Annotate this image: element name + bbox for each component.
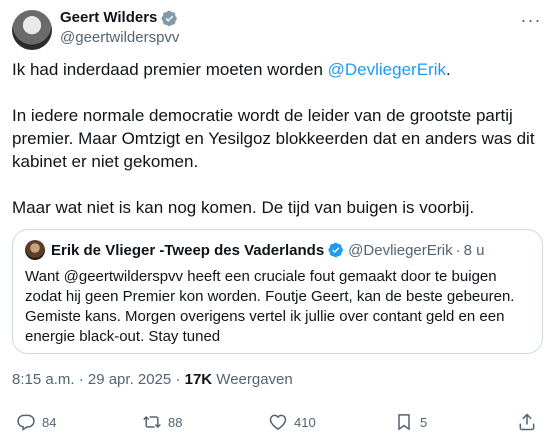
tweet-paragraph-2: In iedere normale democratie wordt de le…	[12, 106, 535, 171]
quoted-tweet-header: Erik de Vlieger -Tweep des Vaderlands @D…	[25, 240, 484, 260]
reply-button[interactable]: 84	[16, 412, 56, 432]
bookmark-count: 5	[420, 414, 428, 430]
reply-icon	[17, 414, 35, 431]
tweet-paragraph-3: Maar wat niet is kan nog komen. De tijd …	[12, 198, 475, 217]
reply-count: 84	[42, 414, 57, 430]
tweet-timestamp[interactable]: 8:15 a.m. · 29 apr. 2025 ·	[12, 371, 185, 388]
quoted-tweet-time[interactable]: 8 u	[464, 242, 485, 259]
bookmark-icon	[398, 414, 410, 431]
share-button[interactable]	[517, 412, 543, 432]
action-bar: 84 88 410 5	[12, 412, 543, 438]
views-count: 17K	[184, 371, 213, 388]
verified-badge-icon	[161, 10, 178, 26]
tweet-header: Geert Wilders @geertwilderspvv ···	[12, 8, 543, 50]
tweet-text: Ik had inderdaad premier moeten worden @…	[12, 58, 542, 219]
quoted-tweet-text: Want @geertwilderspvv heeft een cruciale…	[25, 268, 515, 345]
mention-link[interactable]: @DevliegerErik	[328, 60, 446, 79]
tweet-meta: 8:15 a.m. · 29 apr. 2025 · 17K Weergaven	[12, 370, 293, 390]
share-icon	[519, 413, 535, 431]
like-count: 410	[294, 414, 316, 430]
bookmark-button[interactable]: 5	[394, 412, 427, 432]
views-label: Weergaven	[212, 371, 293, 388]
verified-badge-icon	[328, 242, 344, 258]
author-handle[interactable]: @geertwilderspvv	[60, 28, 179, 48]
tweet-paragraph-1: Ik had inderdaad premier moeten worden @…	[12, 58, 542, 81]
author-names: Geert Wilders @geertwilderspvv	[60, 8, 179, 48]
like-button[interactable]: 410	[268, 412, 316, 432]
tweet-paragraph-1-end: .	[446, 60, 451, 79]
separator-dot: ·	[455, 241, 461, 259]
quoted-author-avatar[interactable]	[25, 240, 45, 260]
like-icon	[269, 414, 287, 430]
author-display-name-text[interactable]: Geert Wilders	[60, 8, 157, 28]
quoted-author-handle[interactable]: @DevliegerErik	[348, 242, 452, 259]
quoted-author-display-name[interactable]: Erik de Vlieger -Tweep des Vaderlands	[51, 242, 324, 259]
author-display-name[interactable]: Geert Wilders	[60, 8, 178, 28]
quoted-tweet[interactable]: Erik de Vlieger -Tweep des Vaderlands @D…	[12, 229, 543, 354]
repost-icon	[143, 415, 161, 429]
repost-count: 88	[168, 414, 183, 430]
tweet-paragraph-1-text: Ik had inderdaad premier moeten worden	[12, 60, 328, 79]
author-avatar[interactable]	[12, 10, 52, 50]
repost-button[interactable]: 88	[142, 412, 182, 432]
more-icon[interactable]: ···	[519, 10, 543, 30]
